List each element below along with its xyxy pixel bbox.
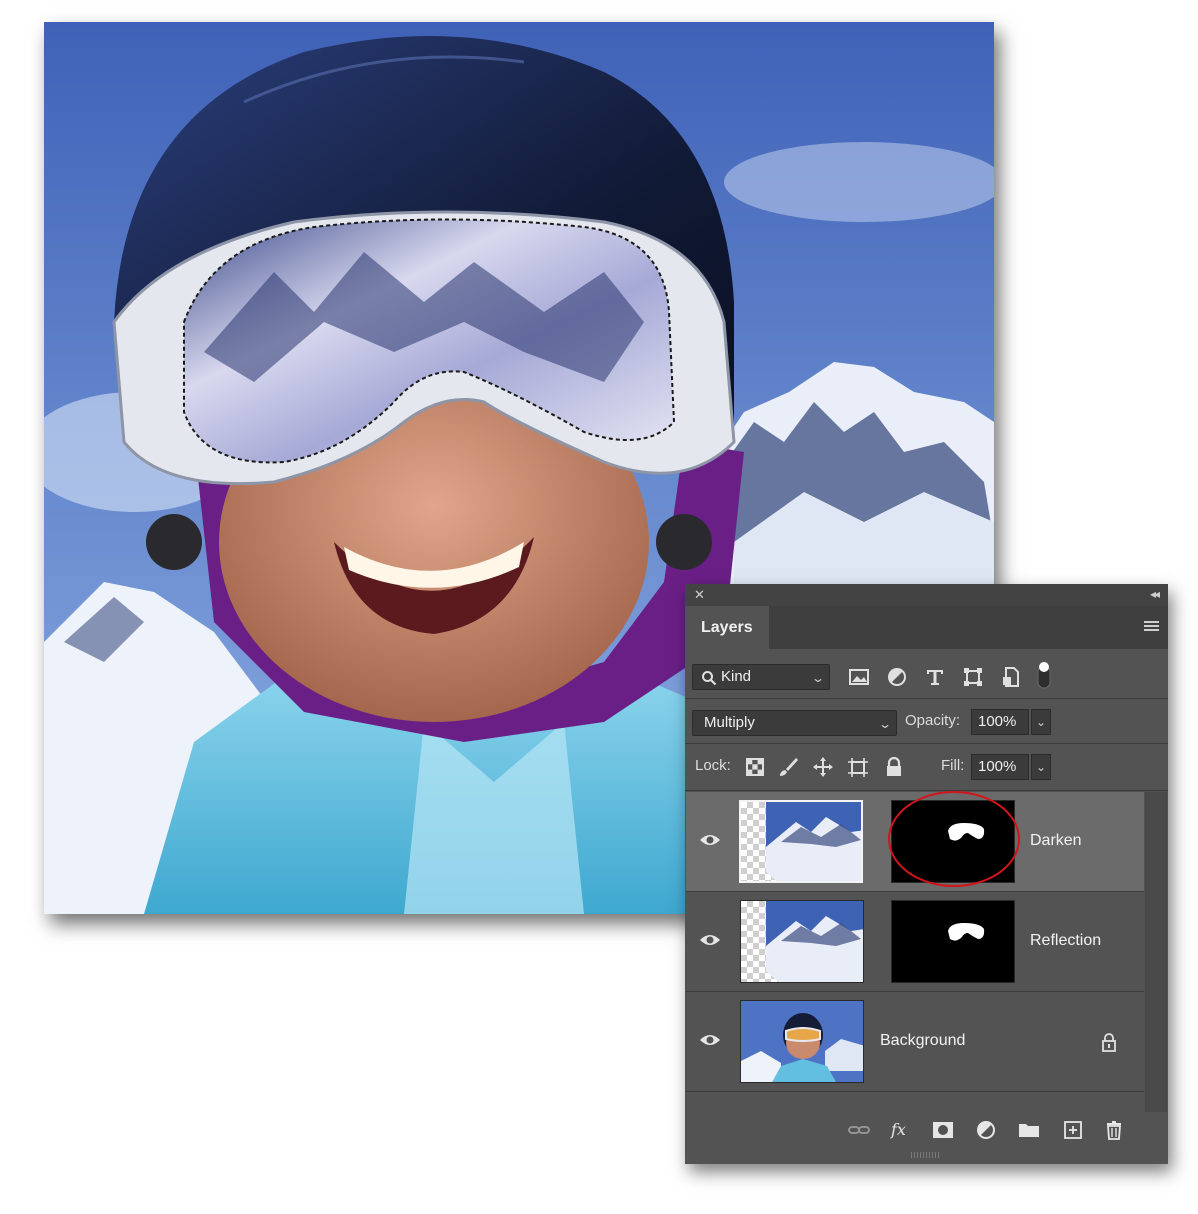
chevron-down-icon[interactable]: ⌄ (1031, 709, 1051, 735)
filter-row: Kind ⌄ (685, 650, 1168, 698)
resize-grip[interactable] (911, 1152, 941, 1158)
tab-layers[interactable]: Layers (685, 606, 769, 649)
filter-kind-dropdown[interactable]: Kind ⌄ (692, 664, 830, 690)
layers-bottom-toolbar: fx (685, 1112, 1168, 1148)
panel-menu-icon[interactable] (1144, 621, 1159, 632)
adjustment-filter-icon[interactable] (886, 666, 908, 688)
layer-name[interactable]: Reflection (1030, 932, 1101, 950)
panel-titlebar: ✕ ◂◂ (685, 584, 1168, 606)
delete-layer-icon[interactable] (1103, 1120, 1125, 1140)
layers-panel: ✕ ◂◂ Layers Kind ⌄ Multiply ⌄ Opacity: 1… (685, 584, 1168, 1164)
visibility-eye-icon[interactable] (699, 832, 721, 848)
add-mask-icon[interactable] (932, 1120, 954, 1140)
smart-object-filter-icon[interactable] (1000, 666, 1022, 688)
shape-filter-icon[interactable] (962, 666, 984, 688)
link-layers-icon[interactable] (848, 1120, 870, 1140)
layer-thumbnail[interactable] (739, 800, 863, 883)
blend-mode-value: Multiply (704, 714, 755, 731)
annotation-circle (888, 791, 1020, 887)
search-icon (702, 671, 717, 686)
panel-tab-row: Layers (685, 606, 1168, 649)
chevron-down-icon[interactable]: ⌄ (1031, 754, 1051, 780)
fill-label: Fill: (941, 757, 965, 774)
lock-label: Lock: (695, 757, 731, 774)
layer-lock-icon (1102, 1033, 1116, 1052)
blend-row: Multiply ⌄ Opacity: 100% ⌄ (685, 699, 1168, 743)
new-adjustment-icon[interactable] (976, 1120, 998, 1140)
opacity-label: Opacity: (905, 712, 961, 729)
type-filter-icon[interactable] (924, 666, 946, 688)
new-group-icon[interactable] (1018, 1120, 1040, 1140)
layer-thumbnail[interactable] (740, 900, 864, 983)
lock-pixels-icon[interactable] (744, 756, 766, 778)
layer-row-background[interactable]: Background (686, 992, 1144, 1091)
opacity-field[interactable]: 100% (971, 709, 1029, 735)
close-icon[interactable]: ✕ (694, 587, 705, 603)
layer-name[interactable]: Darken (1030, 832, 1082, 850)
layer-thumbnail[interactable] (740, 1000, 864, 1083)
svg-text:fx: fx (890, 1120, 906, 1139)
layer-mask-thumbnail[interactable] (891, 900, 1015, 983)
collapse-icon[interactable]: ◂◂ (1150, 587, 1160, 601)
lock-artboard-icon[interactable] (847, 756, 869, 778)
fx-icon[interactable]: fx (890, 1120, 912, 1140)
lock-position-icon[interactable] (812, 756, 834, 778)
visibility-eye-icon[interactable] (699, 1032, 721, 1048)
lock-all-icon[interactable] (883, 756, 905, 778)
filter-toggle-icon[interactable] (1036, 660, 1052, 690)
image-filter-icon[interactable] (848, 666, 870, 688)
visibility-eye-icon[interactable] (699, 932, 721, 948)
layer-name[interactable]: Background (880, 1032, 965, 1050)
chevron-down-icon: ⌄ (877, 717, 893, 731)
lock-row: Lock: Fill: 100% ⌄ (685, 744, 1168, 790)
fill-field[interactable]: 100% (971, 754, 1029, 780)
layers-scrollbar[interactable] (1145, 792, 1167, 1112)
lock-image-icon[interactable] (777, 756, 799, 778)
layer-row-reflection[interactable]: Reflection (686, 892, 1144, 991)
filter-kind-label: Kind (721, 668, 752, 685)
chevron-down-icon: ⌄ (810, 671, 826, 685)
new-layer-icon[interactable] (1062, 1120, 1084, 1140)
blend-mode-dropdown[interactable]: Multiply ⌄ (692, 710, 897, 736)
